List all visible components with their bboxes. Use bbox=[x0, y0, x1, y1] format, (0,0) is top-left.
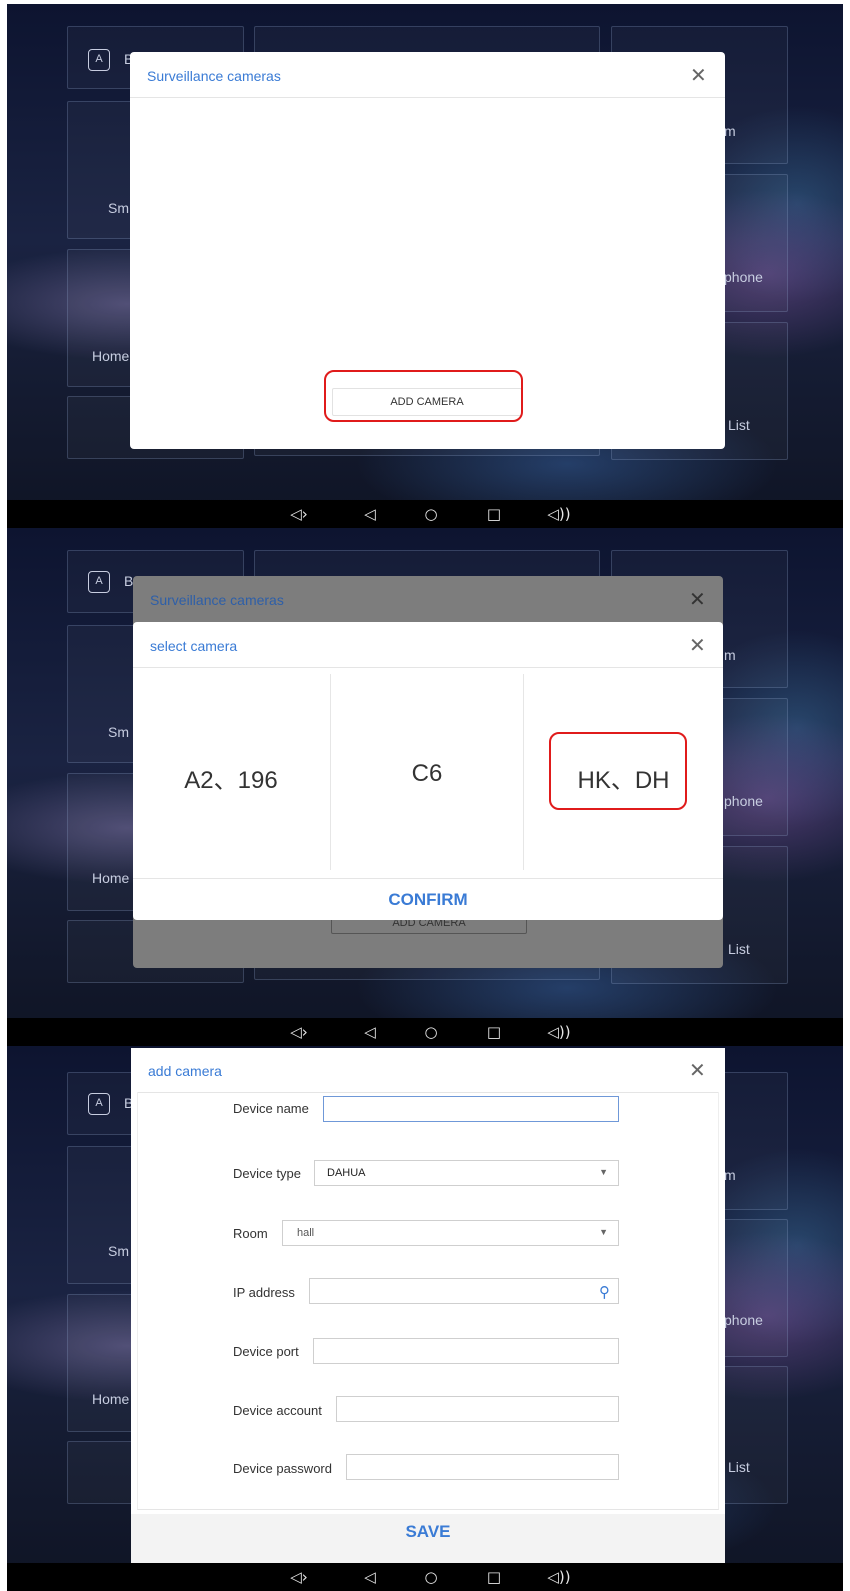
select-camera-dialog: select camera ✕ A2、196 C6 HK、DH CONFIRM bbox=[133, 622, 723, 920]
chevron-down-icon: ▼ bbox=[599, 1227, 608, 1237]
home-mode-label: Home bbox=[92, 348, 130, 364]
divider bbox=[133, 878, 723, 879]
volume-down-icon[interactable]: ◁› bbox=[287, 1022, 311, 1042]
phone-tile-label: phone bbox=[724, 269, 763, 285]
search-icon[interactable]: ⚲ bbox=[599, 1283, 610, 1301]
navigation-bar: ◁› ◁ ○ □ ◁)) bbox=[7, 1563, 843, 1591]
divider bbox=[130, 97, 725, 98]
home-icon: A bbox=[88, 1093, 110, 1115]
close-icon[interactable]: ✕ bbox=[689, 589, 706, 609]
smart-tile-label: Sm bbox=[108, 724, 129, 740]
device-port-input[interactable] bbox=[313, 1338, 619, 1364]
screen-2: A B Sm Home m phone List Surveillance ca… bbox=[7, 528, 843, 1046]
close-icon[interactable]: ✕ bbox=[689, 1060, 706, 1080]
phone-tile-label: phone bbox=[724, 793, 763, 809]
camera-option-a2-196[interactable]: A2、196 bbox=[133, 760, 329, 795]
home-mode-label: Home bbox=[92, 870, 130, 886]
ip-address-input[interactable]: ⚲ bbox=[309, 1278, 619, 1304]
home-button-icon[interactable]: ○ bbox=[419, 504, 443, 524]
confirm-button[interactable]: CONFIRM bbox=[133, 890, 723, 910]
room-label: Room bbox=[233, 1226, 268, 1241]
back-icon[interactable]: ◁ bbox=[358, 1567, 382, 1587]
highlight-box bbox=[324, 370, 523, 422]
navigation-bar: ◁› ◁ ○ □ ◁)) bbox=[7, 500, 843, 528]
alarm-tile-label: m bbox=[724, 1167, 736, 1183]
back-icon[interactable]: ◁ bbox=[358, 1022, 382, 1042]
device-name-label: Device name bbox=[233, 1101, 309, 1116]
dialog-title: Surveillance cameras bbox=[150, 592, 284, 608]
device-type-select[interactable]: DAHUA ▼ bbox=[314, 1160, 619, 1186]
device-port-label: Device port bbox=[233, 1344, 299, 1359]
volume-down-icon[interactable]: ◁› bbox=[287, 504, 311, 524]
recents-icon[interactable]: □ bbox=[482, 1022, 506, 1042]
dialog-title: add camera bbox=[148, 1063, 222, 1079]
back-icon[interactable]: ◁ bbox=[358, 504, 382, 524]
surveillance-dialog: Surveillance cameras ✕ ADD CAMERA bbox=[130, 52, 725, 449]
camera-option-c6[interactable]: C6 bbox=[331, 760, 523, 788]
device-password-label: Device password bbox=[233, 1461, 332, 1476]
dialog-title: Surveillance cameras bbox=[147, 68, 281, 84]
list-tile-label: List bbox=[728, 417, 750, 433]
device-account-input[interactable] bbox=[336, 1396, 619, 1422]
home-icon: A bbox=[88, 49, 110, 71]
screen-3: A B Sm Home m phone List add camera ✕ De… bbox=[7, 1046, 843, 1591]
recents-icon[interactable]: □ bbox=[482, 504, 506, 524]
home-button-icon[interactable]: ○ bbox=[419, 1022, 443, 1042]
home-tile-label: B bbox=[124, 573, 134, 589]
alarm-tile-label: m bbox=[724, 647, 736, 663]
list-tile-label: List bbox=[728, 1459, 750, 1475]
close-icon[interactable]: ✕ bbox=[690, 65, 707, 85]
smart-tile-label: Sm bbox=[108, 200, 129, 216]
chevron-down-icon: ▼ bbox=[599, 1167, 608, 1177]
device-type-label: Device type bbox=[233, 1166, 301, 1181]
volume-up-icon[interactable]: ◁)) bbox=[542, 1567, 576, 1587]
dialog-title: select camera bbox=[150, 638, 238, 654]
home-icon: A bbox=[88, 571, 110, 593]
home-mode-label: Home bbox=[92, 1391, 130, 1407]
phone-tile-label: phone bbox=[724, 1312, 763, 1328]
volume-up-icon[interactable]: ◁)) bbox=[542, 1022, 576, 1042]
home-button-icon[interactable]: ○ bbox=[419, 1567, 443, 1587]
volume-up-icon[interactable]: ◁)) bbox=[542, 504, 576, 524]
close-icon[interactable]: ✕ bbox=[689, 635, 706, 655]
room-value: hall bbox=[297, 1227, 315, 1239]
highlight-box bbox=[549, 732, 687, 810]
device-account-label: Device account bbox=[233, 1403, 322, 1418]
add-camera-dialog: add camera ✕ Device name Device type DAH… bbox=[131, 1048, 725, 1563]
volume-down-icon[interactable]: ◁› bbox=[287, 1567, 311, 1587]
screen-1: A B Sm Home m phone List Surveillance ca… bbox=[7, 4, 843, 528]
save-button[interactable]: SAVE bbox=[131, 1522, 725, 1542]
ip-address-label: IP address bbox=[233, 1285, 295, 1300]
navigation-bar: ◁› ◁ ○ □ ◁)) bbox=[7, 1018, 843, 1046]
divider bbox=[133, 667, 723, 668]
smart-tile-label: Sm bbox=[108, 1243, 129, 1259]
recents-icon[interactable]: □ bbox=[482, 1567, 506, 1587]
room-select[interactable]: hall ▼ bbox=[282, 1220, 619, 1246]
device-password-input[interactable] bbox=[346, 1454, 619, 1480]
list-tile-label: List bbox=[728, 941, 750, 957]
alarm-tile-label: m bbox=[724, 123, 736, 139]
device-type-value: DAHUA bbox=[327, 1167, 366, 1179]
device-name-input[interactable] bbox=[323, 1096, 619, 1122]
